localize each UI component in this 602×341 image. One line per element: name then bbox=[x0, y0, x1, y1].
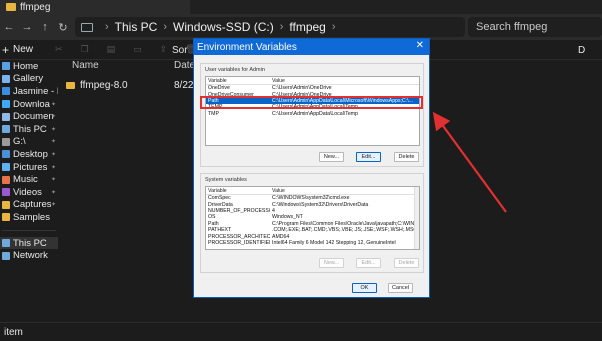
annotation-arrow-icon bbox=[432, 111, 507, 213]
